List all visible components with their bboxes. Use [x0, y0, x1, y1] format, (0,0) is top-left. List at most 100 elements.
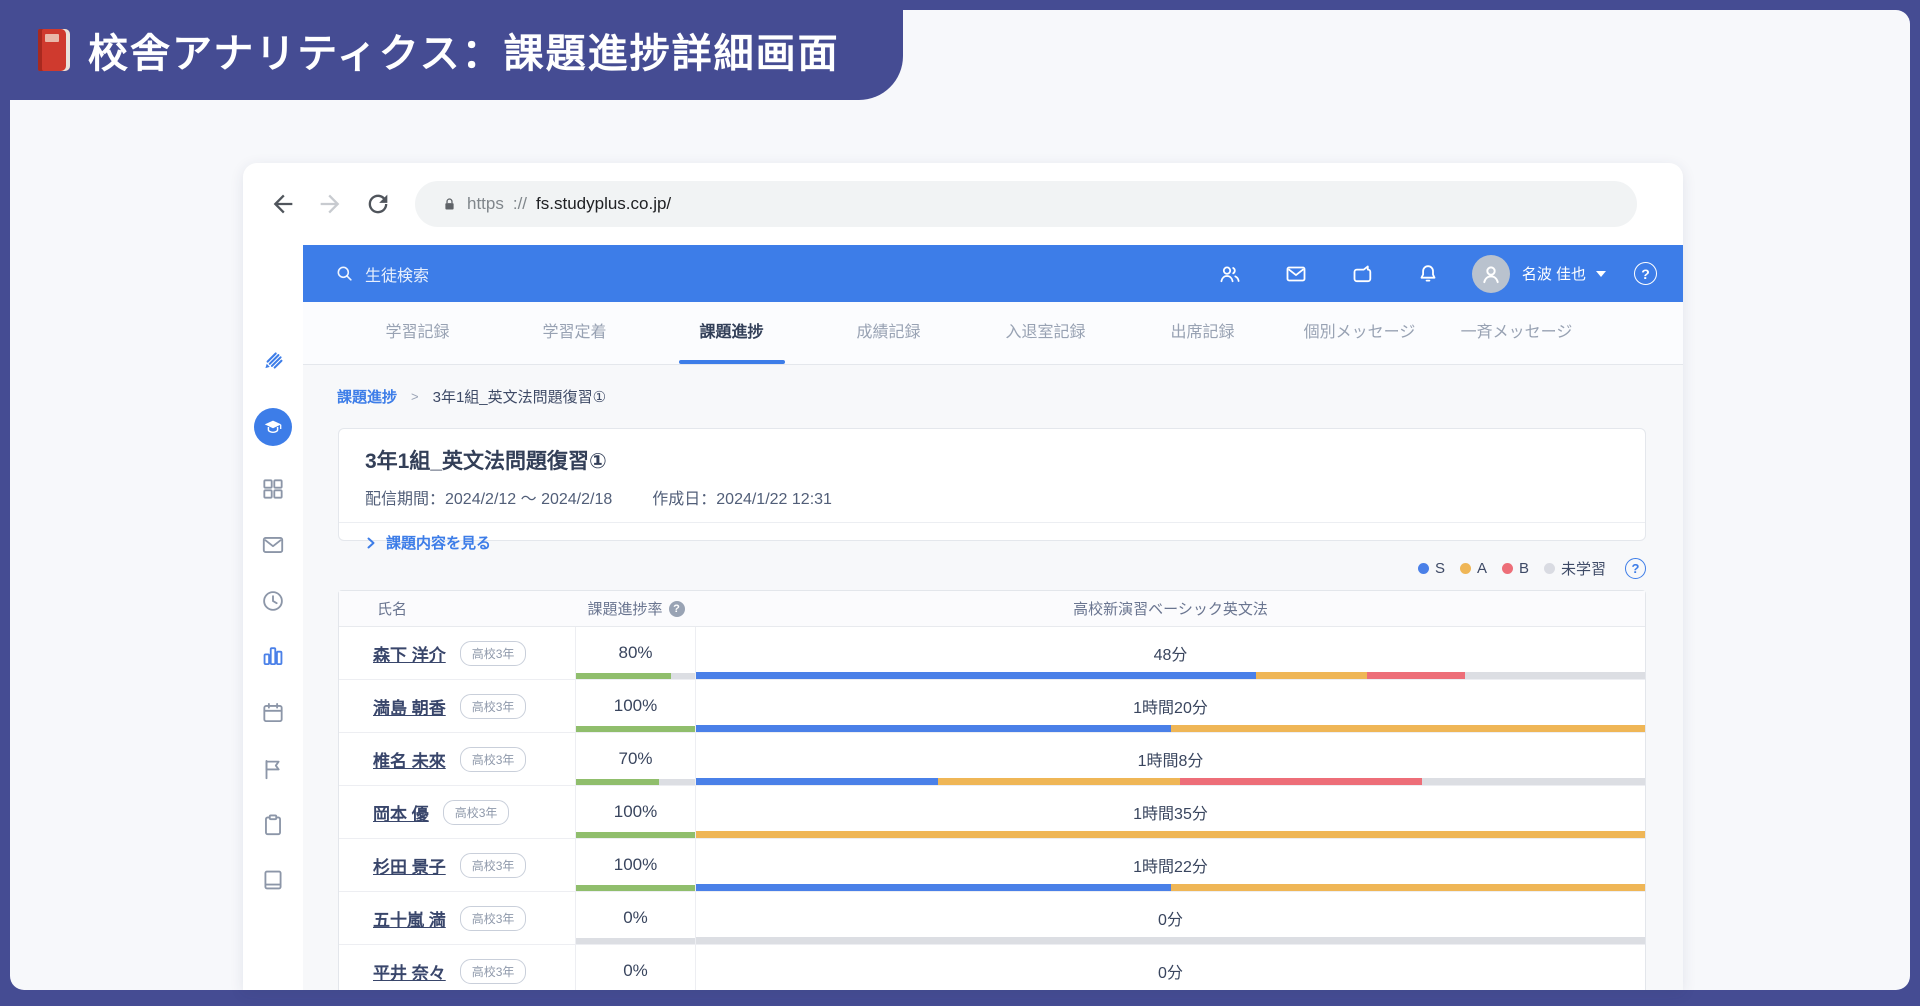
progress-percent: 100% — [614, 802, 657, 822]
breadcrumb-current: 3年1組_英文法問題復習① — [433, 386, 606, 407]
sidebar-item-calendar[interactable] — [260, 700, 286, 726]
student-search-input[interactable]: 生徒検索 — [335, 262, 429, 286]
app-sidebar — [243, 245, 303, 990]
table-row: 岡本 優高校3年100%1時間35分 — [339, 786, 1645, 839]
breadcrumb-link-assignments[interactable]: 課題進捗 — [337, 386, 397, 407]
sidebar-item-time[interactable] — [260, 588, 286, 614]
legend-item: S — [1418, 560, 1445, 577]
table-row: 満島 朝香高校3年100%1時間20分 — [339, 680, 1645, 733]
grade-stacked-bar — [696, 937, 1645, 944]
tab-8[interactable]: 一斉メッセージ — [1438, 302, 1595, 364]
legend-help-icon[interactable]: ? — [1625, 558, 1646, 579]
mail-icon[interactable] — [1284, 262, 1308, 286]
sidebar-item-students[interactable] — [254, 408, 292, 446]
studyplus-logo-icon[interactable] — [260, 347, 286, 373]
address-bar[interactable]: https :// fs.studyplus.co.jp/ — [415, 181, 1637, 227]
members-icon[interactable] — [1218, 262, 1242, 286]
tab-1[interactable]: 学習記録 — [339, 302, 496, 364]
progress-bar — [576, 832, 695, 838]
lock-icon — [441, 196, 458, 213]
sidebar-item-textbooks[interactable] — [260, 867, 286, 893]
student-name-link[interactable]: 森下 洋介 — [373, 641, 446, 666]
bar-segment-A — [1171, 725, 1646, 732]
assignment-card: 3年1組_英文法問題復習① 配信期間：2024/2/12 ～ 2024/2/18… — [338, 428, 1646, 541]
progress-percent: 0% — [623, 908, 648, 928]
browser-reload-button[interactable] — [364, 190, 392, 218]
tab-7[interactable]: 個別メッセージ — [1281, 302, 1438, 364]
browser-back-button[interactable] — [269, 190, 297, 218]
progress-rate-help-icon[interactable]: ? — [669, 601, 685, 617]
url-separator: :// — [513, 194, 527, 214]
user-name: 名波 佳也 — [1522, 263, 1586, 284]
student-name-link[interactable]: 岡本 優 — [373, 800, 429, 825]
legend-dot-icon — [1544, 563, 1555, 574]
slide-banner: 校舎アナリティクス：課題進捗詳細画面 — [0, 0, 903, 100]
help-icon[interactable]: ? — [1634, 262, 1657, 285]
tab-3[interactable]: 課題進捗 — [653, 302, 810, 364]
student-name-link[interactable]: 五十嵐 満 — [373, 906, 446, 931]
flag-icon — [260, 756, 286, 782]
grade-badge: 高校3年 — [460, 747, 527, 772]
sidebar-item-assignments[interactable] — [260, 812, 286, 838]
bar-segment-S — [696, 778, 938, 785]
url-host: fs.studyplus.co.jp/ — [536, 194, 671, 214]
grade-stacked-bar — [696, 672, 1645, 679]
graduation-cap-icon — [262, 416, 284, 438]
breadcrumb-separator: > — [411, 389, 419, 404]
student-name-link[interactable]: 平井 奈々 — [373, 959, 446, 984]
grade-legend: SAB未学習 ? — [1418, 558, 1646, 579]
tab-2[interactable]: 学習定着 — [496, 302, 653, 364]
legend-label: 未学習 — [1561, 558, 1606, 579]
browser-window: https :// fs.studyplus.co.jp/ 生徒検索 — [243, 163, 1683, 990]
legend-label: B — [1519, 560, 1529, 577]
progress-percent: 100% — [614, 696, 657, 716]
notifications-bell-icon[interactable] — [1416, 262, 1440, 286]
table-body: 森下 洋介高校3年80%48分満島 朝香高校3年100%1時間20分椎名 未來高… — [339, 627, 1645, 990]
tab-4[interactable]: 成績記録 — [810, 302, 967, 364]
tab-6[interactable]: 出席記録 — [1124, 302, 1281, 364]
assignment-detail-toggle[interactable]: 課題内容を見る — [339, 523, 1645, 562]
student-name-link[interactable]: 杉田 景子 — [373, 853, 446, 878]
grade-stacked-bar — [696, 884, 1645, 891]
mail-icon — [260, 532, 286, 558]
grade-stacked-bar — [696, 778, 1645, 785]
grade-stacked-bar — [696, 831, 1645, 838]
chevron-right-icon — [367, 537, 375, 549]
red-book-icon — [38, 29, 70, 71]
browser-toolbar: https :// fs.studyplus.co.jp/ — [243, 163, 1683, 245]
table-row: 森下 洋介高校3年80%48分 — [339, 627, 1645, 680]
legend-dot-icon — [1502, 563, 1513, 574]
clock-icon — [260, 588, 286, 614]
page-title: 校舎アナリティクス：課題進捗詳細画面 — [88, 21, 840, 79]
sidebar-item-analytics[interactable] — [260, 643, 286, 669]
tab-bar: 学習記録学習定着課題進捗成績記録入退室記録出席記録個別メッセージ一斉メッセージ — [303, 302, 1683, 365]
progress-percent: 100% — [614, 855, 657, 875]
column-name: 氏名 — [339, 598, 576, 619]
bar-segment-S — [696, 884, 1171, 891]
bar-chart-icon — [260, 643, 286, 669]
student-name-link[interactable]: 満島 朝香 — [373, 694, 446, 719]
sidebar-item-messages[interactable] — [260, 532, 286, 558]
study-time: 0分 — [1158, 906, 1183, 930]
legend-items: SAB未学習 — [1418, 558, 1606, 579]
tab-5[interactable]: 入退室記録 — [967, 302, 1124, 364]
progress-percent: 70% — [618, 749, 652, 769]
sidebar-item-goals[interactable] — [260, 756, 286, 782]
chat-icon[interactable] — [1350, 262, 1374, 286]
progress-bar — [576, 673, 695, 679]
progress-table: 氏名 課題進捗率 ? 高校新演習ベーシック英文法 森下 洋介高校3年80%48分… — [338, 590, 1646, 990]
bar-segment-A — [1256, 672, 1367, 679]
grade-badge: 高校3年 — [460, 906, 527, 931]
sidebar-item-dashboard[interactable] — [260, 476, 286, 502]
progress-percent: 0% — [623, 961, 648, 981]
search-placeholder: 生徒検索 — [365, 262, 429, 286]
avatar[interactable] — [1472, 255, 1510, 293]
student-name-link[interactable]: 椎名 未來 — [373, 747, 446, 772]
legend-item: B — [1502, 560, 1529, 577]
study-time: 48分 — [1154, 641, 1188, 665]
browser-forward-button[interactable] — [316, 190, 344, 218]
table-row: 椎名 未來高校3年70%1時間8分 — [339, 733, 1645, 786]
clipboard-icon — [260, 812, 286, 838]
chevron-down-icon[interactable] — [1596, 271, 1606, 277]
column-textbook: 高校新演習ベーシック英文法 — [696, 598, 1645, 619]
